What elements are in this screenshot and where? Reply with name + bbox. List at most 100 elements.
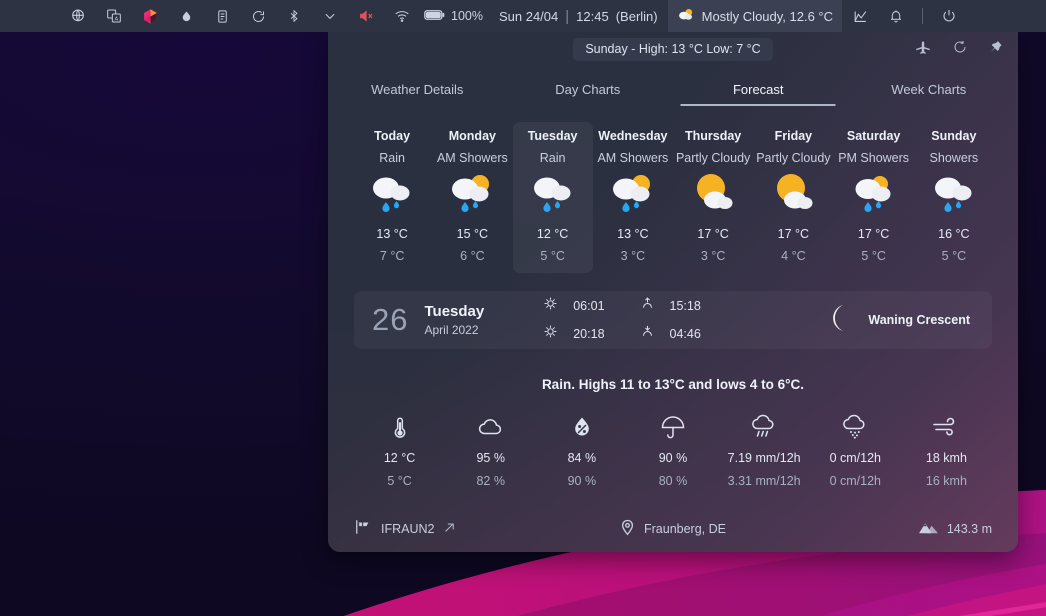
forecast-day-low: 3 °C [620, 249, 646, 263]
weather-forecast-panel: Sunday - High: 13 °C Low: 7 °C Weather D… [328, 32, 1018, 552]
globe-network-icon[interactable] [60, 0, 96, 32]
forecast-day-saturday[interactable]: Saturday PM Showers 17 °C 5 °C [834, 122, 914, 273]
forecast-day-name: Wednesday [598, 129, 668, 143]
rain-icon [926, 169, 982, 221]
partly-cloudy-icon [765, 169, 821, 221]
panel-header: Sunday - High: 13 °C Low: 7 °C [328, 32, 1018, 66]
forecast-day-low: 6 °C [460, 249, 485, 263]
system-monitor-icon[interactable] [842, 0, 878, 32]
selected-day-detail-bar: 26 Tuesday April 2022 06:01 20:18 15:18 … [354, 291, 992, 349]
clock-time: 12:45 [576, 8, 609, 24]
sunset-time: 20:18 [573, 327, 605, 341]
sunrise-icon [542, 295, 564, 317]
bluetooth-icon[interactable] [276, 0, 312, 32]
forecast-day-thursday[interactable]: Thursday Partly Cloudy 17 °C 3 °C [673, 122, 753, 273]
metric-value-secondary: 80 % [658, 474, 688, 488]
power-icon[interactable] [931, 0, 967, 32]
chevron-down-icon[interactable] [312, 0, 348, 32]
forecast-day-name: Saturday [846, 129, 901, 143]
forecast-day-today[interactable]: Today Rain 13 °C 7 °C [352, 122, 432, 273]
sync-icon[interactable] [240, 0, 276, 32]
translate-icon[interactable]: A [96, 0, 132, 32]
weather-applet-label: Mostly Cloudy, 12.6 °C [701, 8, 834, 24]
forecast-day-high: 13 °C [617, 227, 649, 241]
forecast-day-high: 17 °C [697, 227, 729, 241]
panel-summary-pill: Sunday - High: 13 °C Low: 7 °C [573, 37, 773, 61]
clock-applet[interactable]: Sun 24/04 | 12:45 (Berlin) [489, 8, 668, 25]
metric-snowfall: 0 cm/12h 0 cm/12h [810, 412, 901, 488]
panel-footer: IFRAUN2 Fraunberg, DE 143.3 m [328, 519, 1018, 538]
metric-value-primary: 90 % [658, 451, 688, 465]
tab-forecast[interactable]: Forecast [673, 82, 844, 106]
volume-muted-icon[interactable] [348, 0, 384, 32]
sun-times: 06:01 20:18 [542, 295, 605, 345]
sunrise-time: 06:01 [573, 299, 605, 313]
moon-phase: Waning Crescent [826, 303, 974, 338]
metric-value-primary: 7.19 mm/12h [727, 451, 801, 465]
refresh-icon[interactable] [952, 39, 968, 55]
day-labels: Tuesday April 2022 [424, 303, 484, 337]
forecast-day-monday[interactable]: Monday AM Showers 15 °C 6 °C [432, 122, 512, 273]
cube-app-icon[interactable] [132, 0, 168, 32]
battery-percent-label: 100% [451, 9, 483, 23]
wind-icon [931, 412, 961, 442]
forecast-day-high: 13 °C [376, 227, 408, 241]
metric-value-secondary: 5 °C [387, 474, 412, 488]
moonrise-time: 15:18 [669, 299, 701, 313]
forecast-day-low: 7 °C [379, 249, 405, 263]
metric-cloud-cover: 95 % 82 % [445, 412, 536, 488]
topbar-separator [922, 8, 924, 24]
sun-rain-icon [846, 169, 902, 221]
rain-icon [525, 169, 581, 221]
metric-precipitation-chance: 90 % 80 % [627, 412, 718, 488]
day-weekday: Tuesday [424, 303, 485, 320]
airplane-icon[interactable] [914, 38, 932, 56]
forecast-day-sunday[interactable]: Sunday Showers 16 °C 5 °C [914, 122, 994, 273]
system-top-bar: A 100% Sun 24/04 | 12:45 (Berlin) Mostly… [0, 0, 1046, 32]
clock-zone: (Berlin) [615, 8, 658, 24]
forecast-day-name: Monday [448, 129, 496, 143]
metric-value-secondary: 0 cm/12h [829, 474, 881, 488]
metric-value-primary: 84 % [567, 451, 597, 465]
clipboard-icon[interactable] [204, 0, 240, 32]
forecast-day-name: Thursday [684, 129, 742, 143]
tab-week-charts[interactable]: Week Charts [844, 82, 1015, 106]
external-link-icon[interactable] [443, 521, 456, 537]
rain-icon [364, 169, 420, 221]
droplet-icon[interactable] [168, 0, 204, 32]
forecast-day-condition: Rain [539, 151, 566, 165]
wifi-icon[interactable] [384, 0, 420, 32]
battery-indicator[interactable]: 100% [420, 8, 489, 25]
forecast-day-condition: Rain [379, 151, 405, 165]
metric-value-secondary: 16 kmh [925, 474, 967, 488]
forecast-day-name: Today [374, 129, 411, 143]
forecast-day-condition: Showers [929, 151, 979, 165]
station-info[interactable]: IFRAUN2 [354, 519, 456, 538]
cloud-icon [477, 412, 505, 442]
forecast-day-name: Tuesday [527, 129, 578, 143]
metric-value-primary: 12 °C [383, 451, 416, 465]
metric-value-secondary: 90 % [567, 474, 597, 488]
forecast-day-condition: Partly Cloudy [675, 151, 751, 165]
tab-weather-details[interactable]: Weather Details [332, 82, 503, 106]
forecast-day-tuesday[interactable]: Tuesday Rain 12 °C 5 °C [512, 122, 593, 273]
forecast-day-condition: Partly Cloudy [756, 151, 831, 165]
thermometer-icon [391, 412, 409, 442]
tab-day-charts[interactable]: Day Charts [503, 82, 674, 106]
partly-cloudy-icon [685, 169, 741, 221]
forecast-day-wednesday[interactable]: Wednesday AM Showers 13 °C 3 °C [593, 122, 673, 273]
metric-humidity: 84 % 90 % [536, 412, 627, 488]
day-number: 26 [372, 302, 409, 337]
forecast-day-low: 4 °C [781, 249, 806, 263]
moonset-icon [639, 323, 661, 345]
moonrise-icon [639, 295, 661, 317]
forecast-day-condition: PM Showers [838, 151, 910, 165]
svg-text:A: A [115, 17, 119, 23]
weather-applet-button[interactable]: Mostly Cloudy, 12.6 °C [667, 0, 843, 32]
forecast-summary-text: Rain. Highs 11 to 13°C and lows 4 to 6°C… [541, 377, 805, 392]
bell-icon[interactable] [878, 0, 914, 32]
pin-icon[interactable] [988, 39, 1004, 55]
forecast-day-friday[interactable]: Friday Partly Cloudy 17 °C 4 °C [753, 122, 833, 273]
moon-phase-label: Waning Crescent [868, 313, 970, 327]
windsock-icon [354, 519, 372, 538]
